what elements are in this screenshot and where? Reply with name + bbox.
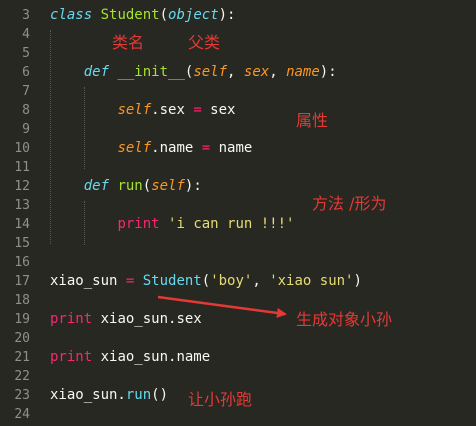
annotation-create-object: 生成对象小孙: [296, 310, 393, 329]
line-number: 9: [22, 122, 30, 137]
code-token: self: [151, 178, 185, 194]
line-number: 3: [22, 8, 30, 23]
line-number: 15: [14, 236, 30, 251]
line-number: 14: [14, 217, 30, 232]
code-token: def: [83, 64, 110, 80]
code-line[interactable]: self.sex = sex: [50, 101, 235, 120]
code-token: 'xiao sun': [269, 273, 354, 289]
code-token: 'i can run !!!': [168, 216, 295, 232]
line-number: 6: [22, 65, 30, 80]
code-token: =: [193, 102, 202, 118]
code-token: print: [50, 349, 93, 365]
code-token: class: [50, 7, 93, 23]
code-line[interactable]: def run(self):: [50, 177, 202, 196]
line-number: 24: [14, 407, 30, 422]
code-line[interactable]: print xiao_sun.name: [50, 348, 210, 367]
code-token: print: [117, 216, 160, 232]
code-token: Student: [100, 7, 160, 23]
code-token: ):: [319, 64, 337, 80]
line-number: 22: [14, 369, 30, 384]
indent-guide: [84, 201, 85, 245]
line-number: 23: [14, 388, 30, 403]
code-token: (: [201, 273, 211, 289]
code-token: self: [117, 102, 152, 118]
annotation-attribute: 属性: [296, 111, 329, 130]
indent-guide: [84, 87, 85, 169]
code-line[interactable]: xiao_sun = Student('boy', 'xiao sun'): [50, 272, 362, 291]
line-number: 8: [22, 103, 30, 118]
code-token: .name: [151, 140, 202, 156]
line-number: 18: [14, 293, 30, 308]
code-token: run: [125, 387, 152, 403]
code-token: def: [83, 178, 110, 194]
code-token: ):: [184, 178, 202, 194]
code-token: xiao_sun.: [50, 387, 126, 403]
code-editor[interactable]: 3 4 5 6 7 8 9 10 11 12 13 14 15 16 17 18 19 20 21 22 23 24 cl…: [0, 0, 476, 426]
annotation-class-name: 类名: [112, 33, 145, 52]
code-token: xiao_sun.sex: [92, 311, 202, 327]
line-number: 19: [14, 312, 30, 327]
code-token: __init__: [117, 64, 185, 80]
code-token: object: [168, 7, 219, 23]
code-token: xiao_sun: [50, 273, 126, 289]
code-token: =: [201, 140, 211, 156]
line-number: 12: [14, 179, 30, 194]
line-number: 11: [14, 160, 30, 175]
annotation-method: 方法 /形为: [312, 194, 387, 213]
indent-guide: [50, 30, 51, 244]
code-token: Student: [142, 273, 202, 289]
code-line[interactable]: def __init__(self, sex, name):: [50, 63, 337, 82]
line-number: 10: [14, 141, 30, 156]
code-token: self: [193, 64, 228, 80]
code-line[interactable]: class Student(object):: [50, 6, 235, 25]
line-number: 4: [22, 27, 30, 42]
code-token: xiao_sun.name: [92, 349, 211, 365]
code-line[interactable]: xiao_sun.run(): [50, 386, 168, 405]
code-token: ): [353, 273, 362, 289]
code-token: ,: [227, 64, 244, 80]
code-token: 'boy': [210, 273, 253, 289]
code-token: name: [286, 64, 320, 80]
code-token: (: [142, 178, 152, 194]
code-token: name: [210, 140, 253, 156]
line-number: 7: [22, 84, 30, 99]
code-token: .sex: [151, 102, 194, 118]
code-token: ,: [252, 273, 270, 289]
code-token: self: [117, 140, 152, 156]
code-line[interactable]: self.name = name: [50, 139, 252, 158]
line-number: 5: [22, 46, 30, 61]
annotation-parent-class: 父类: [188, 33, 221, 52]
code-line[interactable]: print xiao_sun.sex: [50, 310, 202, 329]
line-number: 13: [14, 198, 30, 213]
annotation-let-run: 让小孙跑: [188, 390, 253, 409]
line-number: 17: [14, 274, 30, 289]
code-token: (: [159, 7, 169, 23]
line-number: 20: [14, 331, 30, 346]
code-token: (): [151, 387, 169, 403]
code-token: ):: [218, 7, 236, 23]
code-token: print: [50, 311, 93, 327]
line-number-gutter: 3 4 5 6 7 8 9 10 11 12 13 14 15 16 17 18 19 20 21 22 23 24: [0, 0, 34, 426]
code-token: run: [117, 178, 143, 194]
line-number: 21: [14, 350, 30, 365]
code-token: sex: [243, 64, 270, 80]
code-line[interactable]: print 'i can run !!!': [50, 215, 294, 234]
code-token: ,: [269, 64, 287, 80]
line-number: 16: [14, 255, 30, 270]
code-token: sex: [201, 102, 236, 118]
